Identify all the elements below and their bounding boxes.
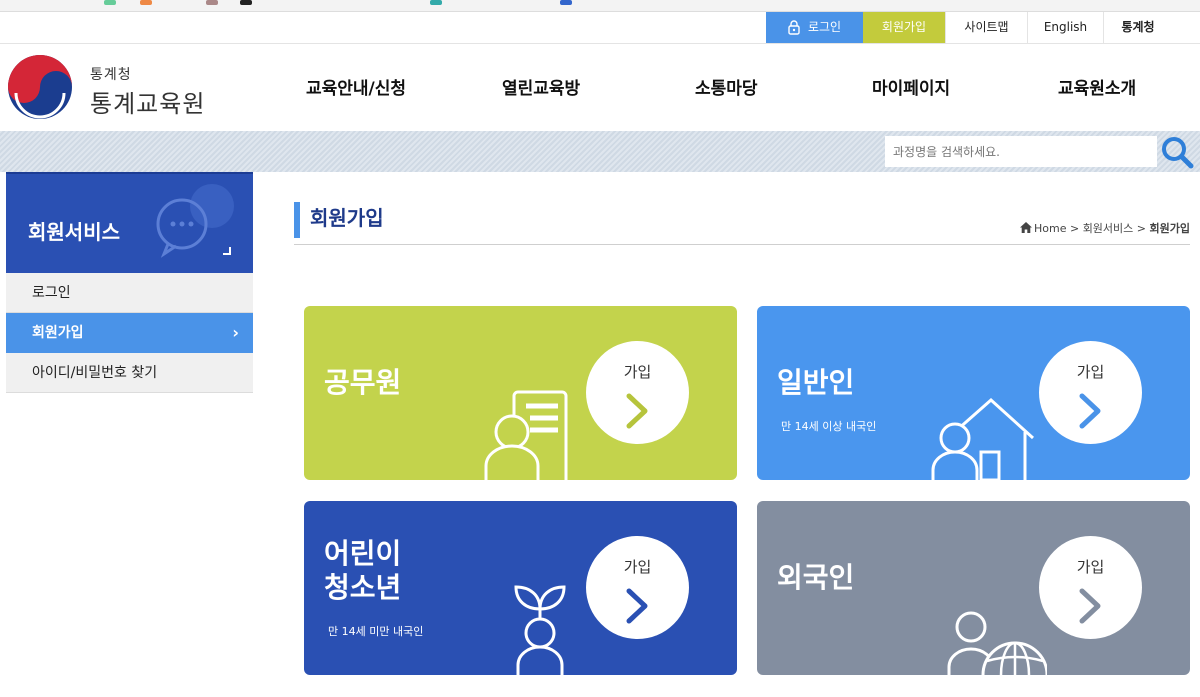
home-icon (1019, 222, 1032, 233)
title-divider (294, 244, 1190, 245)
card-title-line1: 어린이 (324, 537, 402, 570)
card-description: 만 14세 미만 내국인 (328, 625, 424, 638)
login-label: 로그인 (807, 20, 842, 34)
login-link[interactable]: 로그인 (766, 12, 863, 43)
gnb-community[interactable]: 소통마당 (695, 74, 758, 99)
gnb-mypage[interactable]: 마이페이지 (872, 74, 950, 99)
join-card-general[interactable]: 일반인 만 14세 이상 내국인 가입 (757, 306, 1190, 480)
breadcrumb: Home > 회원서비스 > 회원가입 (1019, 220, 1190, 236)
breadcrumb-section[interactable]: 회원서비스 (1083, 222, 1134, 235)
sitemap-link[interactable]: 사이트맵 (945, 12, 1027, 43)
join-button[interactable]: 가입 (1039, 536, 1142, 639)
sidebar-item-join[interactable]: 회원가입 › (6, 313, 253, 353)
logo-title[interactable]: 통계교육원 (90, 84, 205, 119)
utility-bar: 로그인 회원가입 사이트맵 English 통계청 (0, 12, 1200, 44)
browser-bookmark-strip (0, 0, 1200, 12)
join-button[interactable]: 가입 (586, 536, 689, 639)
join-link[interactable]: 회원가입 (863, 12, 945, 43)
join-button[interactable]: 가입 (586, 341, 689, 444)
sidebar-item-label: 아이디/비밀번호 찾기 (32, 365, 158, 381)
gnb-education-apply[interactable]: 교육안내/신청 (306, 74, 406, 99)
government-logo-icon[interactable] (6, 53, 74, 121)
breadcrumb-current: 회원가입 (1149, 222, 1190, 235)
join-button[interactable]: 가입 (1039, 341, 1142, 444)
sidebar-title: 회원서비스 (28, 220, 120, 244)
breadcrumb-home[interactable]: Home (1034, 222, 1066, 235)
sidebar-item-login[interactable]: 로그인 (6, 273, 253, 313)
chevron-right-icon (1079, 588, 1101, 624)
join-label: 가입 (623, 558, 652, 576)
logo-subtitle: 통계청 (90, 67, 132, 83)
join-card-public-servant[interactable]: 공무원 가입 (304, 306, 737, 480)
chevron-right-icon (626, 588, 648, 624)
sidebar-item-find-id-password[interactable]: 아이디/비밀번호 찾기 (6, 353, 253, 393)
sidebar-item-label: 로그인 (32, 285, 71, 301)
sidebar: 회원서비스 로그인 회원가입 › 아이디/비밀번호 찾기 (6, 172, 253, 393)
card-title: 공무원 (324, 366, 402, 399)
card-title: 일반인 (777, 366, 855, 399)
breadcrumb-separator: > (1069, 222, 1080, 235)
globe-person-icon (947, 611, 1047, 675)
site-header: 통계청 통계교육원 교육안내/신청 열린교육방 소통마당 마이페이지 교육원소개 (0, 44, 1200, 131)
title-accent-bar (294, 202, 300, 238)
document-person-icon (484, 390, 568, 480)
breadcrumb-separator: > (1136, 222, 1147, 235)
join-label: 가입 (1076, 363, 1105, 381)
gnb-about[interactable]: 교육원소개 (1058, 74, 1136, 99)
chevron-right-icon: › (232, 323, 239, 342)
card-title: 외국인 (777, 561, 855, 594)
kostat-link[interactable]: 통계청 (1103, 12, 1172, 43)
join-label: 가입 (623, 363, 652, 381)
chevron-right-icon (626, 393, 648, 429)
card-title-line2: 청소년 (324, 571, 402, 604)
course-search-input[interactable] (885, 136, 1157, 167)
card-description: 만 14세 이상 내국인 (781, 420, 877, 433)
english-link[interactable]: English (1027, 12, 1103, 43)
speech-bubble-icon (156, 184, 234, 258)
gnb-open-classroom[interactable]: 열린교육방 (502, 74, 580, 99)
sprout-person-icon (514, 585, 566, 675)
join-label: 가입 (1076, 558, 1105, 576)
chevron-right-icon (1079, 393, 1101, 429)
page-title: 회원가입 (310, 206, 384, 230)
sidebar-header: 회원서비스 (6, 172, 253, 273)
search-band (0, 131, 1200, 172)
house-person-icon (931, 397, 1035, 480)
join-card-youth[interactable]: 어린이 청소년 만 14세 미만 내국인 가입 (304, 501, 737, 675)
sidebar-item-label: 회원가입 (32, 325, 84, 341)
corner-mark-icon (223, 247, 231, 255)
lock-icon (788, 20, 800, 35)
search-icon[interactable] (1160, 135, 1194, 169)
join-card-foreigner[interactable]: 외국인 가입 (757, 501, 1190, 675)
